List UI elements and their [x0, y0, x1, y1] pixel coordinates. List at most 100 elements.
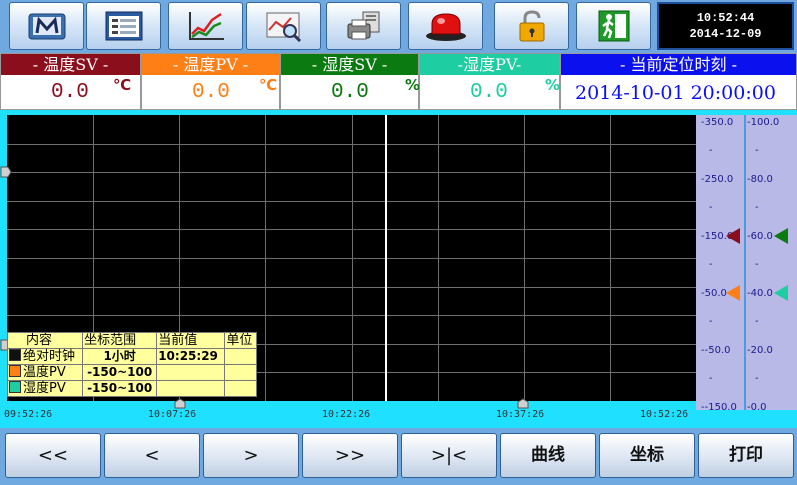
left-axis-tick: -250.0	[701, 174, 734, 185]
time-end-handle[interactable]	[517, 398, 529, 409]
print-button[interactable]: 打印	[698, 433, 794, 478]
legend-label: 温度PV	[23, 365, 66, 380]
minor-tick: -	[709, 373, 713, 384]
list-view-button[interactable]	[86, 2, 161, 50]
minor-tick: -	[755, 145, 759, 156]
legend-table: 内容 坐标范围 当前值 单位 绝对时钟 1小时 10:25:29 温度PV -1…	[6, 332, 257, 397]
temp-pv-value: 0.0	[192, 81, 230, 104]
legend-unit	[224, 364, 257, 381]
grid-line-vertical	[610, 115, 611, 401]
legend-header-row: 内容 坐标范围 当前值 单位	[6, 332, 257, 349]
legend-label: 湿度PV	[23, 381, 66, 396]
left-setpoint-marker[interactable]	[726, 285, 740, 301]
right-axis-tick: -80.0	[747, 174, 773, 185]
right-axis-tick: -20.0	[747, 345, 773, 356]
legend-unit	[224, 380, 257, 397]
legend-unit	[224, 348, 257, 365]
hum-sv-title: - 湿度SV -	[281, 54, 418, 75]
temp-sv-title: - 温度SV -	[1, 54, 140, 75]
temp-sv-value: 0.0	[51, 81, 89, 104]
minor-tick: -	[709, 202, 713, 213]
upper-range-handle[interactable]	[0, 166, 12, 178]
curve-button[interactable]: 曲线	[500, 433, 596, 478]
alarm-button[interactable]	[408, 2, 483, 50]
right-axis-tick: -60.0	[747, 231, 773, 242]
left-axis-tick: -50.0	[701, 288, 727, 299]
legend-value	[156, 364, 226, 381]
x-tick-label: 10:07:26	[148, 409, 197, 420]
legend-row[interactable]: 绝对时钟 1小时 10:25:29	[6, 348, 257, 365]
minor-tick: -	[755, 373, 759, 384]
grid-line-vertical	[265, 115, 266, 401]
x-tick-label: 10:52:26	[640, 409, 689, 420]
hum-sv-value: 0.0	[331, 81, 369, 104]
right-setpoint-marker[interactable]	[774, 228, 788, 244]
minor-tick: -	[755, 259, 759, 270]
temp-pv-unit: ℃	[259, 76, 278, 94]
grid-line-vertical	[524, 115, 525, 401]
legend-row[interactable]: 温度PV -150~100	[6, 364, 257, 381]
legend-swatch	[9, 349, 21, 361]
right-axis-tick: -40.0	[747, 288, 773, 299]
hum-pv-unit: %	[545, 76, 561, 94]
minor-tick: -	[755, 202, 759, 213]
hum-sv-panel: - 湿度SV - 0.0 %	[280, 53, 421, 110]
legend-range: 1小时	[82, 348, 158, 365]
legend-swatch	[9, 365, 21, 377]
x-tick-label: 10:22:26	[322, 409, 371, 420]
zoom-fit-button[interactable]: >|<	[401, 433, 497, 478]
legend-range: -150~100	[82, 364, 158, 381]
legend-swatch	[9, 381, 21, 393]
legend-header-range: 坐标范围	[82, 332, 158, 349]
red-alarm-light-icon	[425, 13, 466, 41]
left-axis-tick: --50.0	[701, 345, 731, 356]
hum-sv-unit: %	[405, 76, 421, 94]
minor-tick: -	[755, 316, 759, 327]
legend-value: 10:25:29	[156, 348, 226, 365]
legend-value	[156, 380, 226, 397]
minor-tick: -	[709, 145, 713, 156]
line-chart-icon	[188, 12, 224, 40]
hum-pv-value: 0.0	[470, 81, 508, 104]
time-cursor-line[interactable]	[385, 115, 387, 401]
page-first-button[interactable]: <<	[5, 433, 101, 478]
axis-panel: -350.0- -250.0- -150.0- -50.0- --50.0- --150.…	[696, 115, 797, 413]
clock-date: 2014-12-09	[689, 27, 762, 41]
temp-pv-title: - 温度PV -	[142, 54, 279, 75]
history-search-button[interactable]	[246, 2, 321, 50]
computer-printer-icon	[347, 11, 379, 40]
time-start-handle[interactable]	[174, 398, 186, 409]
lock-button[interactable]	[494, 2, 569, 50]
exit-door-icon	[598, 10, 629, 42]
padlock-icon	[519, 10, 544, 42]
right-setpoint-marker[interactable]	[774, 285, 788, 301]
chart-magnifier-icon	[266, 12, 301, 42]
logo-m-button[interactable]	[9, 2, 84, 50]
legend-label: 绝对时钟	[23, 349, 76, 364]
axis-separator	[744, 115, 746, 410]
trend-chart-button[interactable]	[168, 2, 243, 50]
legend-header-value: 当前值	[156, 332, 226, 349]
clock-time: 10:52:44	[696, 11, 755, 25]
system-clock: 10:52:44 2014-12-09	[657, 2, 794, 50]
print-setup-button[interactable]	[326, 2, 401, 50]
top-toolbar: 10:52:44 2014-12-09	[0, 0, 797, 53]
page-next-button[interactable]: >	[203, 433, 299, 478]
grid-line-vertical	[352, 115, 353, 401]
temp-sv-panel: - 温度SV - 0.0 ℃	[0, 53, 141, 110]
page-last-button[interactable]: >>	[302, 433, 398, 478]
bottom-nav: << < > >> >|< 曲线 坐标 打印	[0, 428, 797, 485]
axis-button[interactable]: 坐标	[599, 433, 695, 478]
legend-row[interactable]: 湿度PV -150~100	[6, 380, 257, 397]
page-prev-button[interactable]: <	[104, 433, 200, 478]
x-tick-label: 10:37:26	[496, 409, 545, 420]
m-logo-icon	[28, 13, 65, 40]
x-tick-label: 09:52:26	[4, 409, 53, 420]
legend-range: -150~100	[82, 380, 158, 397]
exit-button[interactable]	[576, 2, 651, 50]
minor-tick: -	[709, 259, 713, 270]
grid-line-vertical	[438, 115, 439, 401]
right-axis-tick: -100.0	[747, 117, 780, 128]
position-time-panel: - 当前定位时刻 - 2014-10-01 20:00:00	[560, 53, 797, 110]
left-setpoint-marker[interactable]	[726, 228, 740, 244]
